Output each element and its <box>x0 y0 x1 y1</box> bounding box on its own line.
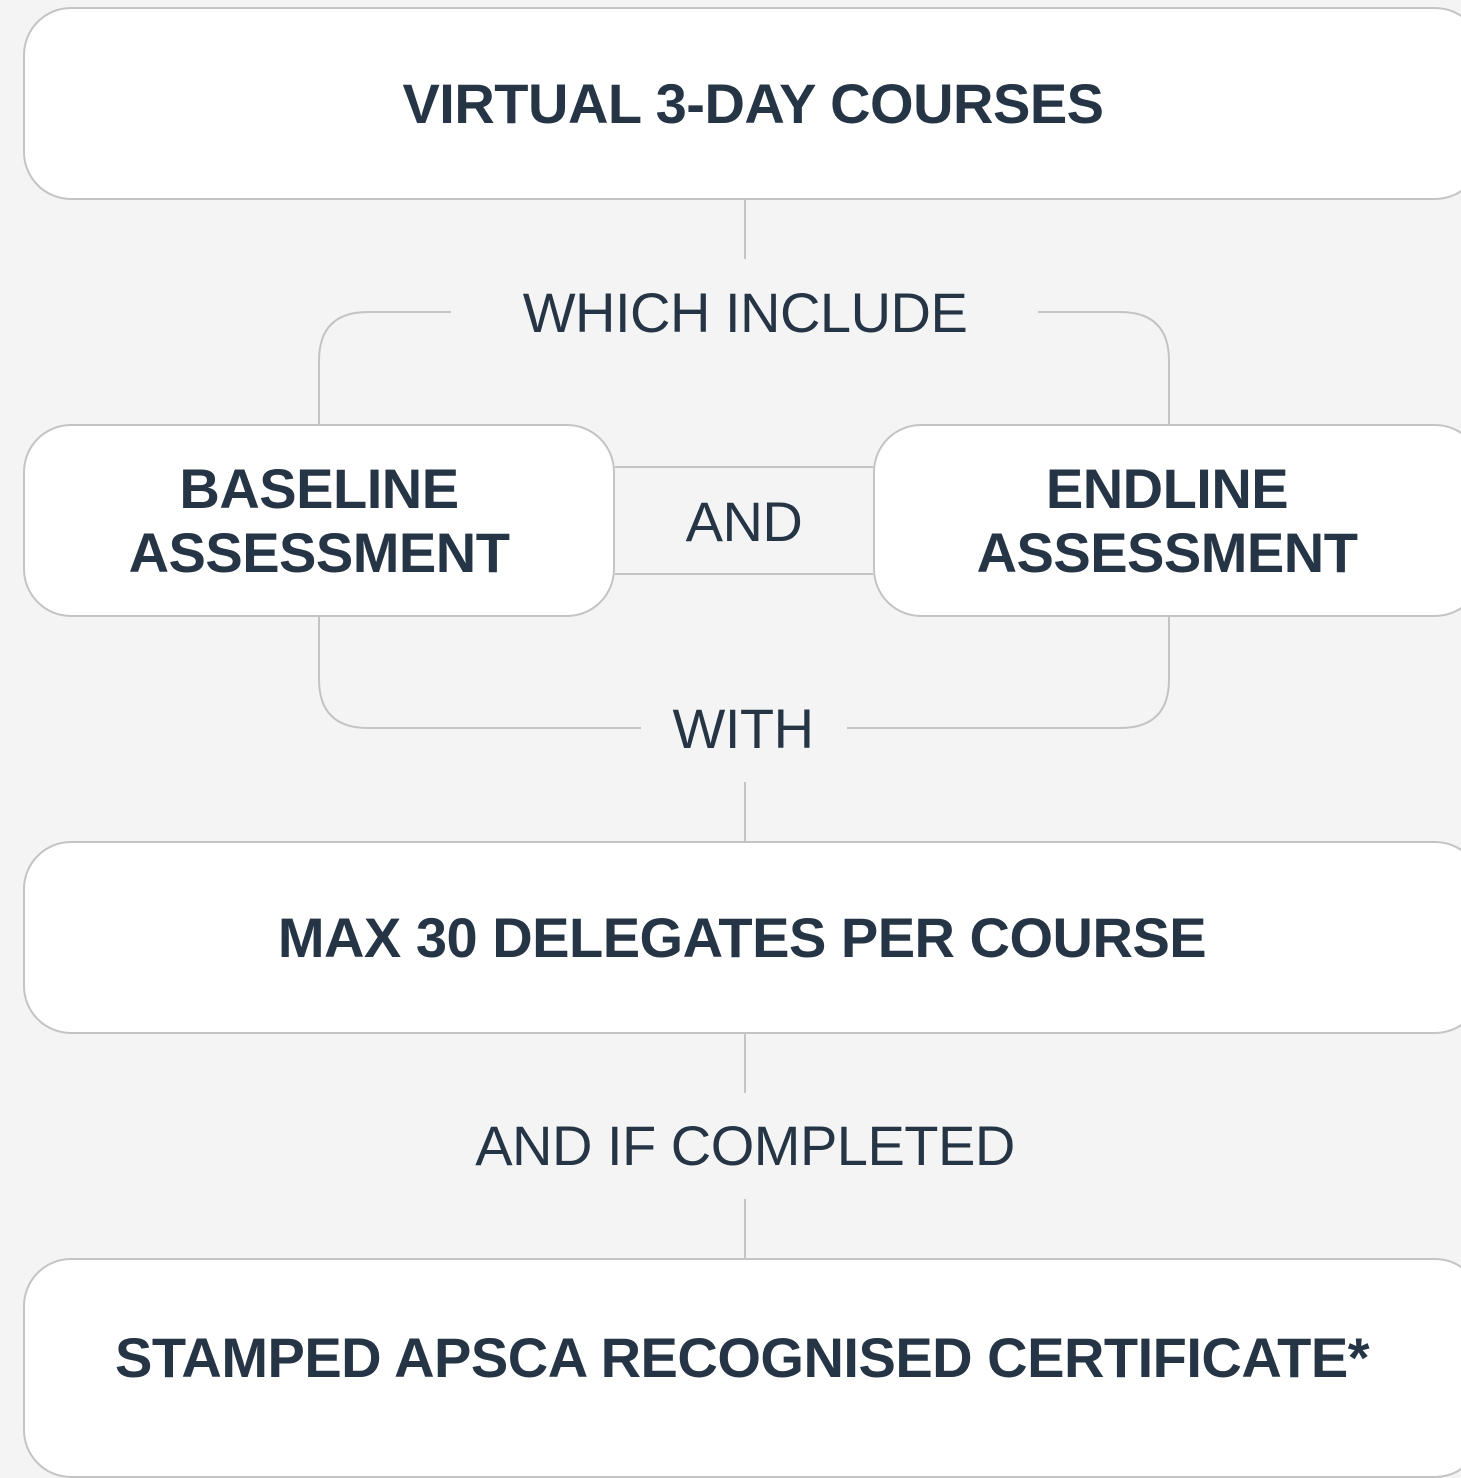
which-include-label: WHICH INCLUDE <box>522 281 968 344</box>
bracket-with-left <box>318 617 641 729</box>
max-delegates-box: MAX 30 DELEGATES PER COURSE <box>23 841 1461 1034</box>
baseline-line-1: BASELINE <box>179 456 459 520</box>
certificate-text: STAMPED APSCA RECOGNISED CERTIFICATE* <box>114 1326 1370 1389</box>
virtual-courses-box: VIRTUAL 3-DAY COURSES <box>23 7 1461 200</box>
certificate-box: STAMPED APSCA RECOGNISED CERTIFICATE* <box>23 1258 1461 1478</box>
with-label: WITH <box>672 697 814 760</box>
bracket-with-right <box>847 617 1170 729</box>
endline-line-2: ASSESSMENT <box>976 520 1358 584</box>
baseline-assessment-box: BASELINE ASSESSMENT <box>23 424 615 617</box>
and-label: AND <box>685 490 803 553</box>
endline-assessment-box: ENDLINE ASSESSMENT <box>873 424 1461 617</box>
virtual-courses-text: VIRTUAL 3-DAY COURSES <box>402 71 1104 135</box>
bracket-which-left <box>318 311 451 424</box>
endline-line-1: ENDLINE <box>1045 456 1289 520</box>
and-if-completed-label: AND IF COMPLETED <box>475 1114 1015 1177</box>
max-delegates-text: MAX 30 DELEGATES PER COURSE <box>277 905 1207 969</box>
course-flow-diagram: VIRTUAL 3-DAY COURSES WHICH INCLUDE BASE… <box>0 0 1461 1478</box>
baseline-line-2: ASSESSMENT <box>128 520 510 584</box>
bracket-which-right <box>1038 311 1170 424</box>
